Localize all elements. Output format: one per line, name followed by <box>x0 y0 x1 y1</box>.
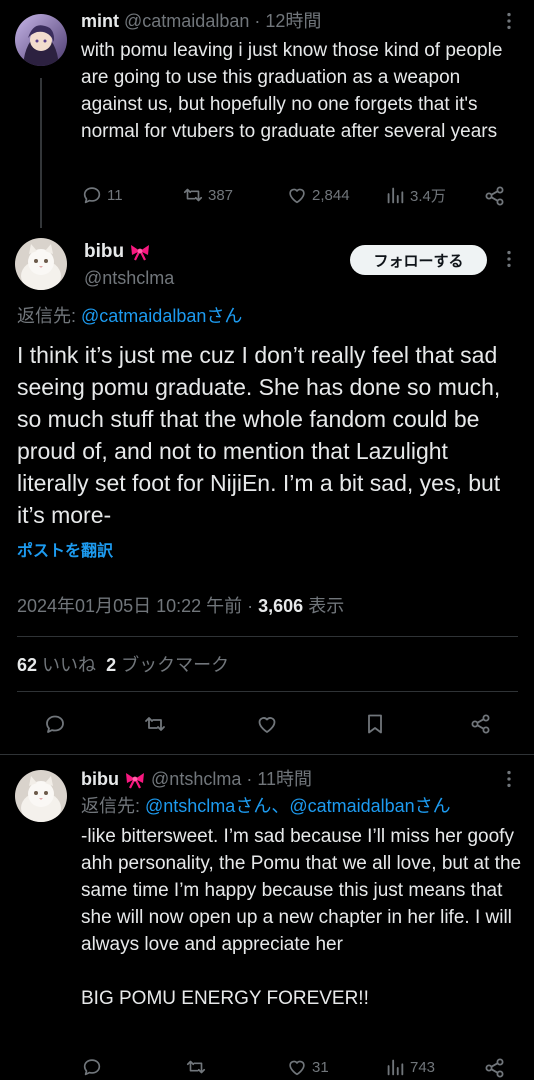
tweet1-like-button[interactable]: 2,844 <box>286 184 350 206</box>
retweet-icon <box>186 1060 206 1074</box>
tweet1-like-count: 2,844 <box>312 186 350 204</box>
reply-icon <box>46 715 64 733</box>
follow-button[interactable]: フォローする <box>350 245 487 275</box>
tweet3-reply-mentions[interactable]: @ntshclmaさん、@catmaidalbanさん <box>145 796 451 816</box>
main-views-label: 表示 <box>303 596 345 616</box>
main-author-name-row[interactable]: bibu <box>84 240 151 264</box>
tweet1-header: mint @catmaidalban · 12時間 <box>81 9 321 33</box>
tweet1-share-button[interactable] <box>483 184 507 208</box>
divider <box>0 754 534 755</box>
tweet1-retweet-count: 387 <box>208 186 234 204</box>
tweet3-reply-button[interactable] <box>81 1056 103 1078</box>
more-icon <box>507 770 511 788</box>
tweet1-author-name[interactable]: mint <box>81 11 119 31</box>
tweet1-retweet-button[interactable]: 387 <box>182 184 233 206</box>
retweet-icon <box>183 188 203 202</box>
main-reply-prefix: 返信先: <box>17 306 82 326</box>
heart-icon <box>289 1060 305 1076</box>
more-icon <box>507 250 511 268</box>
tweet3-more-button[interactable] <box>498 768 520 795</box>
main-reply-mention[interactable]: @catmaidalbanさん <box>81 306 242 326</box>
tweet1-view-count: 3.4万 <box>410 187 446 205</box>
avatar-mint[interactable] <box>15 14 67 66</box>
bookmarks-label: ブックマーク <box>121 655 230 675</box>
tweet1-timestamp[interactable]: · 12時間 <box>254 11 321 31</box>
meta-separator: · <box>242 596 259 616</box>
likes-label: いいね <box>42 655 97 675</box>
ribbon-emoji-icon <box>126 773 145 789</box>
main-reply-context: 返信先: @catmaidalbanさん <box>17 304 242 328</box>
more-icon <box>507 12 511 30</box>
main-author-name: bibu <box>84 241 125 262</box>
retweet-icon <box>145 717 165 731</box>
main-views-count: 3,606 <box>258 596 304 616</box>
main-author-handle[interactable]: @ntshclma <box>84 266 174 290</box>
tweet3-text: -like bittersweet. I’m sad because I’ll … <box>81 826 522 1009</box>
main-meta-row: 2024年01月05日 10:22 午前 · 3,606 表示 <box>17 593 344 619</box>
ribbon-emoji-icon <box>131 244 150 261</box>
tweet3-view-count: 743 <box>410 1058 436 1076</box>
main-more-button[interactable] <box>498 248 520 275</box>
tweet1-author-handle[interactable]: @catmaidalban <box>124 11 249 31</box>
avatar-bibu-reply[interactable] <box>15 770 67 822</box>
tweet3-like-count: 31 <box>312 1058 329 1076</box>
translate-link[interactable]: ポストを翻訳 <box>17 541 113 563</box>
share-icon <box>485 1058 504 1078</box>
share-icon <box>471 714 490 734</box>
tweet1-reply-button[interactable]: 11 <box>81 184 123 206</box>
main-like-button[interactable] <box>255 712 279 736</box>
thread-line <box>40 78 42 228</box>
main-timestamp[interactable]: 2024年01月05日 10:22 午前 <box>17 596 242 616</box>
avatar-bibu[interactable] <box>15 238 67 290</box>
tweet1-more-button[interactable] <box>498 10 520 37</box>
main-stats-row: 62 いいね 2 ブックマーク <box>17 653 229 677</box>
main-retweet-button[interactable] <box>143 712 167 736</box>
main-share-button[interactable] <box>469 712 493 736</box>
heart-icon <box>289 188 305 204</box>
tweet3-share-button[interactable] <box>483 1056 507 1080</box>
tweet3-like-button[interactable]: 31 <box>286 1056 329 1078</box>
tweet3-header: bibu @ntshclma · 11時間 <box>81 767 312 791</box>
tweet3-author-handle[interactable]: @ntshclma <box>151 769 241 789</box>
divider <box>17 636 518 637</box>
main-tweet-text: I think it’s just me cuz I don’t really … <box>17 342 501 528</box>
reply-icon <box>83 187 101 204</box>
tweet3-retweet-button[interactable] <box>185 1056 207 1078</box>
main-reply-button[interactable] <box>43 712 67 736</box>
divider <box>17 691 518 692</box>
bookmark-icon <box>368 714 382 734</box>
tweet1-views-button[interactable]: 3.4万 <box>384 184 446 206</box>
tweet3-author-name[interactable]: bibu <box>81 769 119 789</box>
tweet3-reply-context: 返信先: @ntshclmaさん、@catmaidalbanさん <box>81 794 451 818</box>
tweet3-reply-prefix: 返信先: <box>81 796 146 816</box>
tweet1-reply-count: 11 <box>107 186 123 204</box>
tweet1-text: with pomu leaving i just know those kind… <box>81 40 508 142</box>
views-icon <box>387 1059 404 1076</box>
likes-count: 62 <box>17 655 38 675</box>
tweet3-views-button[interactable]: 743 <box>384 1056 435 1078</box>
bookmarks-count: 2 <box>106 655 117 675</box>
likes-stat[interactable]: 62 いいね <box>17 655 96 675</box>
bookmarks-stat[interactable]: 2 ブックマーク <box>106 655 229 675</box>
share-icon <box>485 186 504 206</box>
main-bookmark-button[interactable] <box>363 712 387 736</box>
reply-icon <box>83 1059 101 1076</box>
views-icon <box>387 187 404 204</box>
heart-icon <box>258 717 276 733</box>
tweet3-timestamp[interactable]: · 11時間 <box>246 769 312 789</box>
